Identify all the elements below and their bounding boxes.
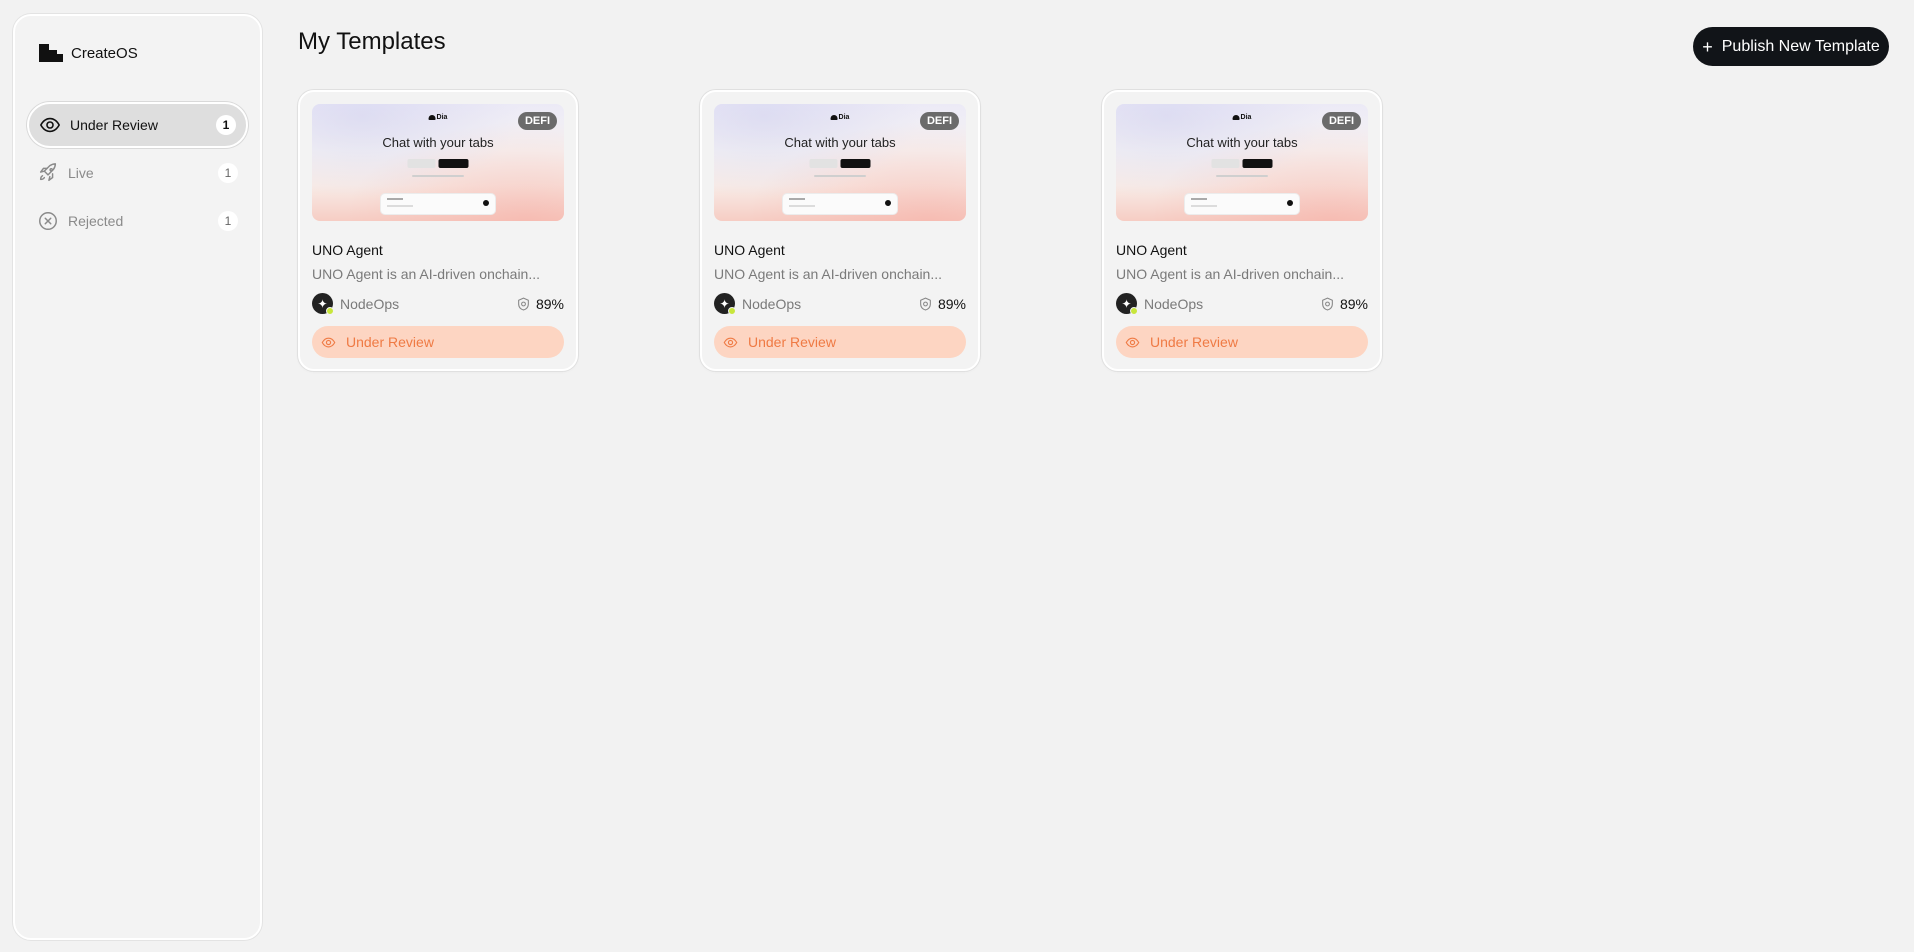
status-label: Under Review (1150, 334, 1238, 350)
score-value: 89% (535, 296, 564, 312)
online-indicator (326, 307, 334, 315)
sidebar-item-label: Under Review (70, 117, 158, 133)
preview-input (783, 194, 897, 214)
card-title: UNO Agent (1116, 242, 1187, 258)
preview-logo: Dia (830, 114, 849, 121)
card-description: UNO Agent is an AI-driven onchain... (312, 266, 541, 282)
sidebar-item-count: 1 (218, 211, 238, 231)
preview-caption (412, 175, 464, 177)
createos-logo-icon (39, 44, 63, 62)
shield-check-icon (518, 297, 529, 311)
page-title: My Templates (298, 28, 446, 55)
rocket-icon (37, 162, 59, 184)
avatar: ✦ (312, 293, 334, 315)
sidebar-item-count: 1 (216, 115, 236, 135)
template-card[interactable]: Dia Chat with your tabs DEFI UNO Agent U… (1102, 90, 1382, 371)
online-indicator (728, 307, 736, 315)
eye-icon (39, 114, 61, 136)
card-title: UNO Agent (714, 242, 785, 258)
avatar: ✦ (1116, 293, 1138, 315)
status-under-review-button[interactable]: Under Review (714, 326, 966, 358)
plus-icon: + (1702, 36, 1713, 57)
eye-icon (321, 337, 336, 347)
preview-headline: Chat with your tabs (784, 135, 896, 150)
score: 89% (1321, 296, 1368, 312)
template-preview-image: Dia Chat with your tabs DEFI (312, 104, 564, 221)
preview-buttons (809, 159, 871, 168)
card-title: UNO Agent (312, 242, 383, 258)
shield-check-icon (920, 297, 931, 311)
sidebar-item-count: 1 (218, 163, 238, 183)
category-badge: DEFI (517, 112, 557, 130)
card-description: UNO Agent is an AI-driven onchain... (1116, 266, 1345, 282)
eye-icon (723, 337, 738, 347)
sidebar-item-label: Rejected (68, 213, 124, 229)
author: ✦ NodeOps (1116, 293, 1204, 315)
preview-caption (814, 175, 866, 177)
publish-button-label: Publish New Template (1721, 37, 1880, 55)
sidebar-nav: Under Review 1 Live 1 Rejected 1 (27, 102, 248, 246)
avatar: ✦ (714, 293, 736, 315)
preview-headline: Chat with your tabs (382, 135, 494, 150)
card-description: UNO Agent is an AI-driven onchain... (714, 266, 943, 282)
status-label: Under Review (748, 334, 836, 350)
brand[interactable]: CreateOS (39, 44, 138, 62)
preview-logo: Dia (1232, 114, 1251, 121)
online-indicator (1130, 307, 1138, 315)
author: ✦ NodeOps (714, 293, 802, 315)
preview-headline: Chat with your tabs (1186, 135, 1298, 150)
score: 89% (517, 296, 564, 312)
sidebar-item-label: Live (68, 165, 94, 181)
author-name: NodeOps (340, 295, 400, 312)
sidebar-item-rejected[interactable]: Rejected 1 (27, 198, 248, 244)
sidebar-item-live[interactable]: Live 1 (27, 150, 248, 196)
status-under-review-button[interactable]: Under Review (312, 326, 564, 358)
preview-input (1185, 194, 1299, 214)
x-circle-icon (37, 210, 59, 232)
score-value: 89% (1339, 296, 1368, 312)
status-under-review-button[interactable]: Under Review (1116, 326, 1368, 358)
category-badge: DEFI (1321, 112, 1361, 130)
preview-buttons (407, 159, 469, 168)
author: ✦ NodeOps (312, 293, 400, 315)
preview-logo: Dia (428, 114, 447, 121)
score: 89% (919, 296, 966, 312)
sidebar: CreateOS Under Review 1 Live 1 Rejected … (13, 14, 262, 940)
template-card[interactable]: Dia Chat with your tabs DEFI UNO Agent U… (298, 90, 578, 371)
preview-buttons (1211, 159, 1273, 168)
publish-new-template-button[interactable]: + Publish New Template (1693, 27, 1889, 66)
brand-name: CreateOS (71, 44, 138, 62)
status-label: Under Review (346, 334, 434, 350)
template-preview-image: Dia Chat with your tabs DEFI (1116, 104, 1368, 221)
author-name: NodeOps (742, 295, 802, 312)
template-preview-image: Dia Chat with your tabs DEFI (714, 104, 966, 221)
eye-icon (1125, 337, 1140, 347)
sidebar-item-under-review[interactable]: Under Review 1 (27, 102, 248, 148)
author-name: NodeOps (1144, 295, 1204, 312)
template-card[interactable]: Dia Chat with your tabs DEFI UNO Agent U… (700, 90, 980, 371)
score-value: 89% (937, 296, 966, 312)
shield-check-icon (1322, 297, 1333, 311)
preview-input (381, 194, 495, 214)
preview-caption (1216, 175, 1268, 177)
category-badge: DEFI (919, 112, 959, 130)
